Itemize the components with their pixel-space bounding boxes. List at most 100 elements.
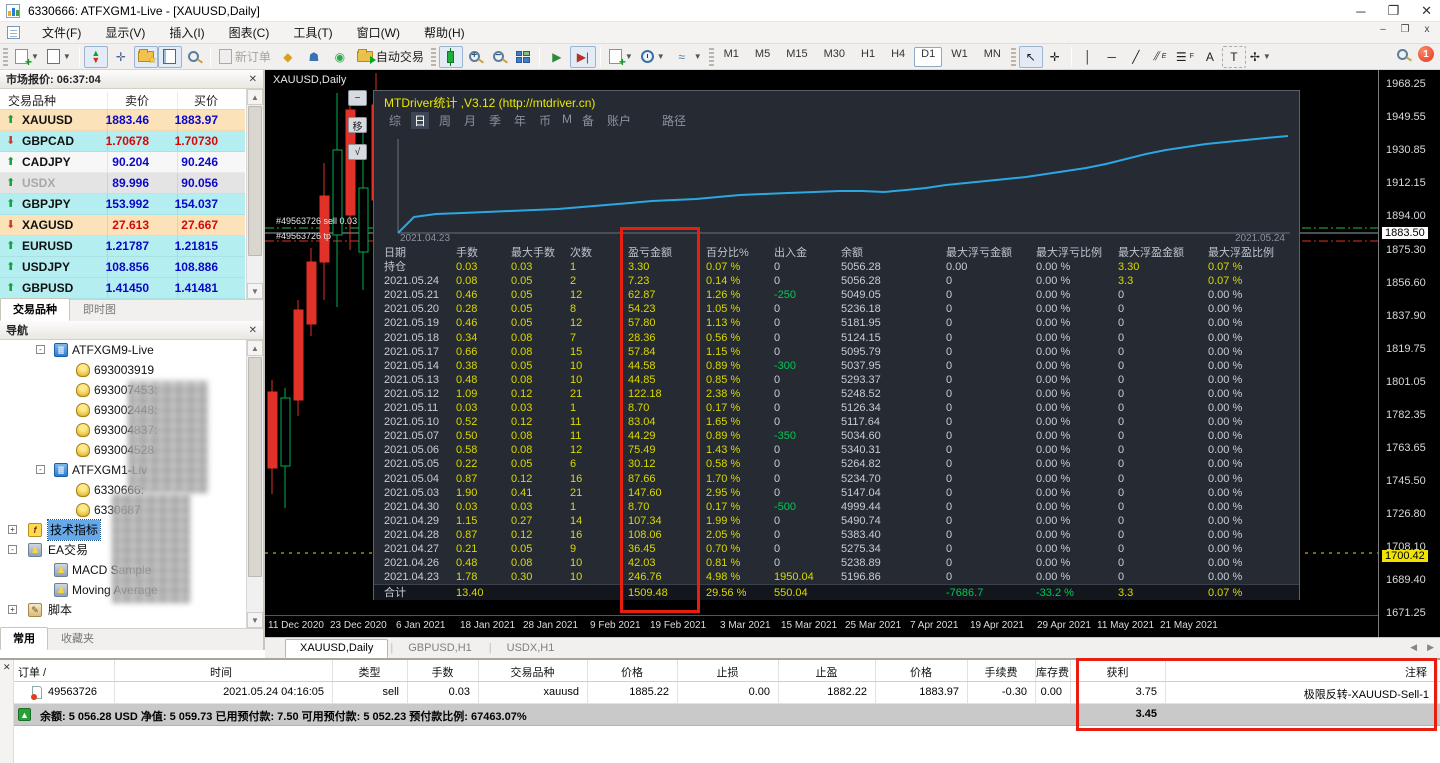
timeframe-m1[interactable]: M1 bbox=[717, 47, 746, 67]
signals-button[interactable]: ◉ bbox=[327, 46, 353, 68]
alert-badge[interactable]: 1 bbox=[1418, 46, 1434, 62]
text-label-icon[interactable]: T bbox=[1221, 45, 1246, 68]
terminal-column-1[interactable]: 时间 bbox=[110, 664, 332, 680]
tab-常用[interactable]: 常用 bbox=[0, 627, 48, 650]
stats-tab-周[interactable]: 周 bbox=[436, 112, 454, 129]
autotrading-button[interactable]: 自动交易 bbox=[353, 46, 428, 68]
timeframe-mn[interactable]: MN bbox=[977, 47, 1008, 67]
mdi-close-button[interactable]: x bbox=[1420, 24, 1434, 35]
fibonacci-icon[interactable]: ☰ F bbox=[1172, 46, 1198, 68]
collapse-icon[interactable]: - bbox=[8, 545, 17, 554]
search-icon[interactable] bbox=[1397, 48, 1408, 60]
stats-tab-日[interactable]: 日 bbox=[411, 112, 430, 129]
horizontal-line-icon[interactable]: ─ bbox=[1100, 46, 1124, 68]
terminal-column-9[interactable]: 手续费 bbox=[967, 664, 1035, 680]
auto-scroll-button[interactable]: ▶ bbox=[544, 46, 570, 68]
zoom-in-button[interactable]: + bbox=[463, 46, 487, 68]
chart-shift-button[interactable]: ▶| bbox=[569, 45, 596, 68]
nav-item-label[interactable]: EA交易 bbox=[48, 540, 88, 560]
stats-move-button[interactable]: 移 bbox=[348, 117, 367, 133]
nav-item-13[interactable]: + ✎ 脚本 bbox=[0, 600, 245, 620]
trendline-icon[interactable]: ╱ bbox=[1124, 46, 1148, 68]
collapse-icon[interactable]: - bbox=[36, 345, 45, 354]
market-watch-scrollbar[interactable]: ▲ ▼ bbox=[246, 89, 263, 299]
terminal-column-3[interactable]: 手数 bbox=[407, 664, 478, 680]
nav-item-0[interactable]: - ≣ ATFXGM9-Live bbox=[0, 340, 245, 360]
symbol-row-xauusd[interactable]: ⬆ XAUUSD 1883.46 1883.97 bbox=[0, 110, 245, 131]
menu-item-3[interactable]: 图表(C) bbox=[217, 22, 282, 44]
market-watch-close-icon[interactable]: ✕ bbox=[249, 74, 257, 85]
text-icon[interactable]: A bbox=[1198, 46, 1222, 68]
terminal-column-10[interactable]: 库存费 bbox=[1035, 664, 1070, 680]
navigator-scrollbar[interactable]: ▲ ▼ bbox=[246, 340, 263, 628]
menu-item-6[interactable]: 帮助(H) bbox=[412, 22, 477, 44]
data-window-button[interactable]: ✛ bbox=[108, 46, 134, 68]
nav-item-3[interactable]: 693002448: bbox=[0, 400, 245, 420]
stats-tab-币[interactable]: 币 bbox=[536, 112, 554, 129]
menu-item-4[interactable]: 工具(T) bbox=[281, 22, 344, 44]
nav-item-4[interactable]: 693004837: bbox=[0, 420, 245, 440]
timeframe-h4[interactable]: H4 bbox=[884, 47, 912, 67]
tile-windows-button[interactable] bbox=[511, 46, 535, 68]
scroll-down-icon[interactable]: ▼ bbox=[247, 283, 263, 299]
close-button[interactable]: ✕ bbox=[1421, 3, 1432, 19]
strategy-tester-button[interactable] bbox=[182, 46, 206, 68]
nav-item-label[interactable]: 脚本 bbox=[48, 600, 72, 620]
stats-tab-账户[interactable]: 账户 bbox=[604, 112, 634, 129]
market-watch-toggle-button[interactable]: ▲ ▼ bbox=[83, 45, 108, 68]
tabs-scroll-left-icon[interactable]: ◀ bbox=[1410, 642, 1417, 653]
scroll-up-icon[interactable]: ▲ bbox=[247, 89, 263, 105]
terminal-column-2[interactable]: 类型 bbox=[332, 664, 407, 680]
symbol-row-xagusd[interactable]: ⬇ XAGUSD 27.613 27.667 bbox=[0, 215, 245, 236]
symbol-row-eurusd[interactable]: ⬆ EURUSD 1.21787 1.21815 bbox=[0, 236, 245, 257]
indicators-button[interactable]: + ▼ bbox=[605, 46, 637, 68]
timeframe-d1[interactable]: D1 bbox=[914, 46, 943, 67]
tab-即时图[interactable]: 即时图 bbox=[70, 298, 129, 321]
terminal-column-5[interactable]: 价格 bbox=[587, 664, 677, 680]
timeframe-h1[interactable]: H1 bbox=[854, 47, 882, 67]
new-chart-button[interactable]: + ▼ bbox=[11, 46, 43, 68]
symbol-row-gbpjpy[interactable]: ⬆ GBPJPY 153.992 154.037 bbox=[0, 194, 245, 215]
terminal-column-4[interactable]: 交易品种 bbox=[478, 664, 587, 680]
chart-tab-GBPUSD-H1[interactable]: GBPUSD,H1 bbox=[393, 639, 487, 658]
timeframe-m30[interactable]: M30 bbox=[817, 47, 852, 67]
chart-area[interactable]: #49563726 sell 0.03 #49563726 tp XAUUSD,D… bbox=[265, 70, 1440, 637]
restore-button[interactable]: ❐ bbox=[1387, 3, 1399, 19]
mql-community-button[interactable]: ☗ bbox=[301, 46, 327, 68]
nav-item-label[interactable]: 技术指标 bbox=[46, 519, 102, 541]
tab-交易品种[interactable]: 交易品种 bbox=[0, 298, 70, 321]
zoom-out-button[interactable]: − bbox=[487, 46, 511, 68]
terminal-column-0[interactable]: 订单 / bbox=[18, 664, 46, 680]
symbol-row-gbpusd[interactable]: ⬆ GBPUSD 1.41450 1.41481 bbox=[0, 278, 245, 299]
navigator-toggle-button[interactable]: ★ bbox=[133, 45, 158, 68]
metaeditor-button[interactable]: ◆ bbox=[275, 46, 301, 68]
mdi-minimize-button[interactable]: – bbox=[1376, 24, 1390, 35]
stats-tab-综[interactable]: 综 bbox=[386, 112, 404, 129]
symbol-row-usdx[interactable]: ⬆ USDX 89.996 90.056 bbox=[0, 173, 245, 194]
nav-item-5[interactable]: 693004528 bbox=[0, 440, 245, 460]
nav-item-2[interactable]: 693007453: bbox=[0, 380, 245, 400]
terminal-column-7[interactable]: 止盈 bbox=[778, 664, 875, 680]
navigator-close-icon[interactable]: ✕ bbox=[249, 325, 257, 336]
nav-item-label[interactable]: ATFXGM9-Live bbox=[72, 340, 154, 360]
menu-item-0[interactable]: 文件(F) bbox=[30, 22, 93, 44]
terminal-close-icon[interactable]: ✕ bbox=[3, 662, 11, 673]
column-symbol[interactable]: 交易品种 bbox=[8, 92, 56, 109]
expand-icon[interactable]: + bbox=[8, 605, 17, 614]
stats-tab-季[interactable]: 季 bbox=[486, 112, 504, 129]
periods-button[interactable]: ▼ bbox=[637, 46, 669, 68]
symbol-row-cadjpy[interactable]: ⬆ CADJPY 90.204 90.246 bbox=[0, 152, 245, 173]
symbol-row-gbpcad[interactable]: ⬇ GBPCAD 1.70678 1.70730 bbox=[0, 131, 245, 152]
stats-tab-备[interactable]: 备 bbox=[579, 112, 597, 129]
stats-tab-M[interactable]: M bbox=[559, 112, 575, 126]
scroll-down-icon[interactable]: ▼ bbox=[247, 612, 263, 628]
timeframe-m5[interactable]: M5 bbox=[748, 47, 777, 67]
stats-minimize-button[interactable]: − bbox=[348, 90, 367, 106]
crosshair-icon[interactable]: ✛ bbox=[1043, 46, 1067, 68]
menu-item-2[interactable]: 插入(I) bbox=[157, 22, 216, 44]
price-axis[interactable]: 1968.25 1949.55 1930.85 1912.15 1894.00 1875.… bbox=[1378, 70, 1440, 637]
timeframe-w1[interactable]: W1 bbox=[944, 47, 975, 67]
stats-tab-年[interactable]: 年 bbox=[511, 112, 529, 129]
nav-item-label[interactable]: 693003919 bbox=[94, 360, 154, 380]
new-order-button[interactable]: 新订单 bbox=[215, 46, 275, 68]
